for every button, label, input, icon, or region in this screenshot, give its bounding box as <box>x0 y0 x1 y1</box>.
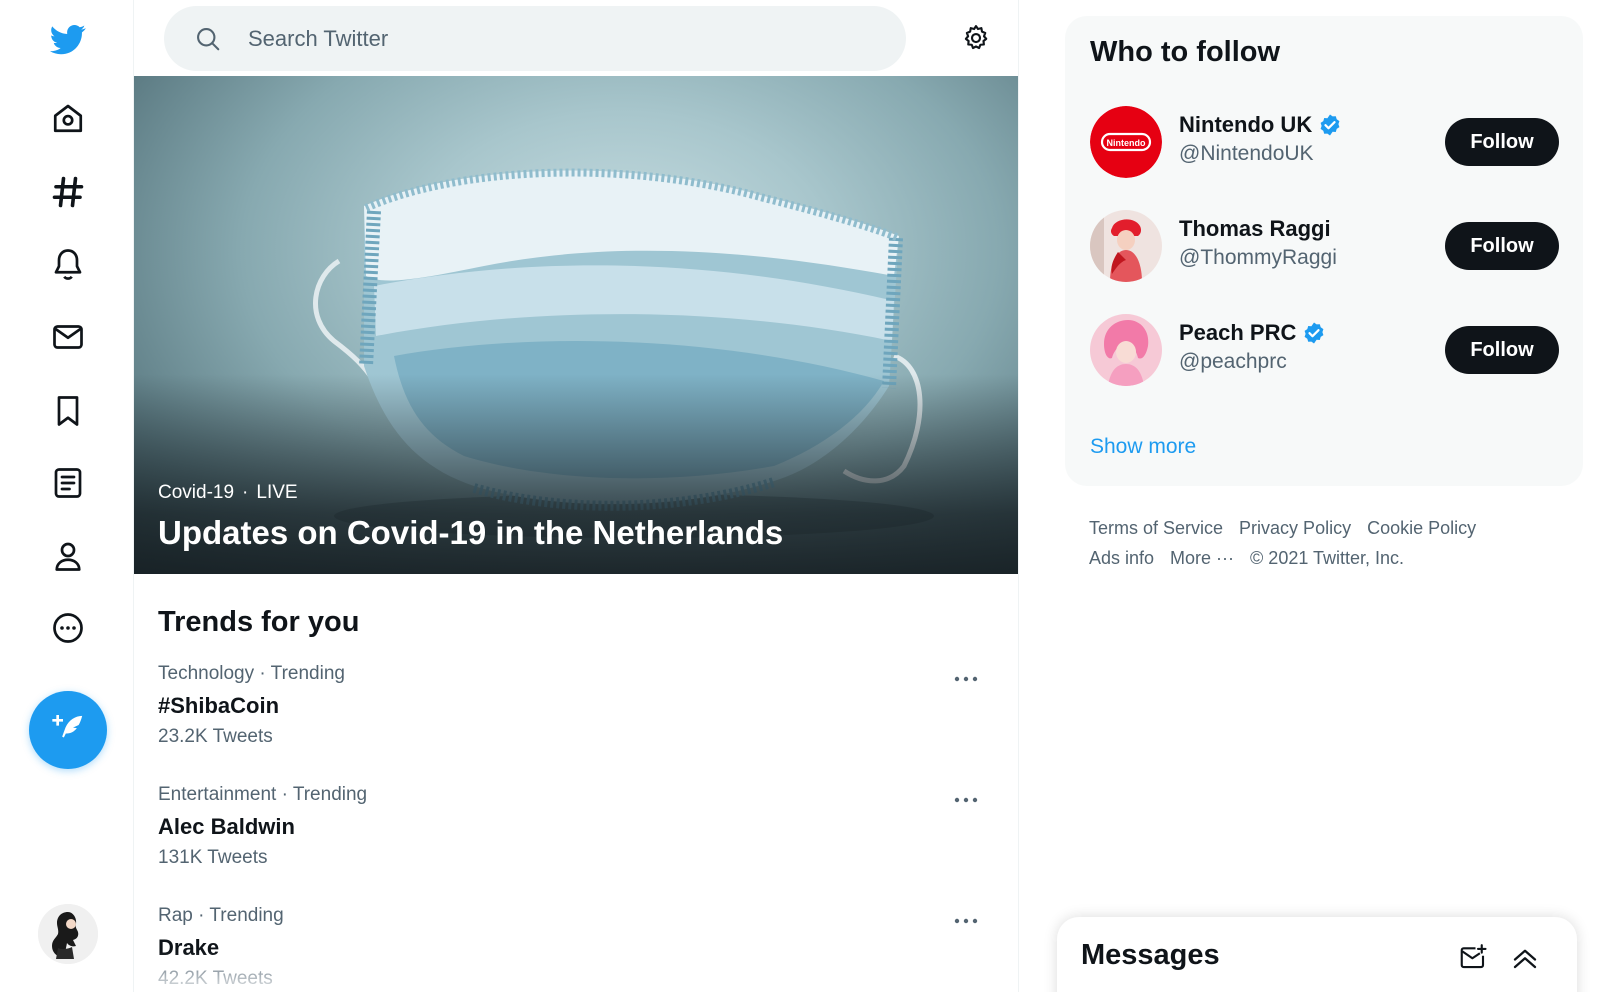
new-message-button[interactable] <box>1455 939 1491 975</box>
avatar[interactable] <box>1090 314 1162 386</box>
more-circle-icon[interactable] <box>40 600 96 656</box>
avatar[interactable] <box>1090 210 1162 282</box>
trend-meta: Technology · Trending <box>158 663 345 684</box>
user-name-text: Peach PRC <box>1179 320 1297 345</box>
chevron-double-up-icon <box>1513 949 1537 969</box>
trend-more-button[interactable] <box>948 788 984 812</box>
verified-badge-icon <box>1320 114 1340 136</box>
trend-more-button[interactable] <box>948 909 984 933</box>
avatar[interactable]: Nintendo <box>1090 106 1162 178</box>
user-handle: @peachprc <box>1179 350 1287 373</box>
trend-name: Drake <box>158 935 220 960</box>
user-name-text: Nintendo UK <box>1179 112 1313 137</box>
follow-button[interactable]: Follow <box>1445 118 1559 166</box>
settings-button[interactable] <box>956 18 996 58</box>
who-to-follow-heading: Who to follow <box>1090 36 1281 68</box>
hero-event-card[interactable]: Covid-19 · LIVE Updates on Covid-19 in the… <box>134 76 1018 574</box>
follow-suggestion[interactable]: Nintendo Nintendo UK @NintendoUK Follow <box>1065 106 1583 212</box>
user-handle: @ThommyRaggi <box>1179 246 1337 269</box>
new-message-icon <box>1460 944 1487 969</box>
trend-name: Alec Baldwin <box>158 814 295 839</box>
footer-links: Terms of Service Privacy Policy Cookie Pol… <box>1089 513 1569 573</box>
cookie-link[interactable]: Cookie Policy <box>1367 518 1476 538</box>
trend-item[interactable]: Entertainment · Trending Alec Baldwin 13… <box>134 784 1018 904</box>
hero-separator: · <box>242 482 249 503</box>
search-input[interactable] <box>248 25 848 52</box>
trend-more-button[interactable] <box>948 667 984 691</box>
messages-heading: Messages <box>1081 939 1220 971</box>
user-name-text: Thomas Raggi <box>1179 216 1331 241</box>
follow-button[interactable]: Follow <box>1445 222 1559 270</box>
verified-badge-icon <box>1304 322 1324 344</box>
copyright-text: © 2021 Twitter, Inc. <box>1250 548 1405 568</box>
privacy-link[interactable]: Privacy Policy <box>1239 518 1351 538</box>
trend-item[interactable]: Rap · Trending Drake 42.2K Tweets <box>134 905 1018 992</box>
hero-meta: Covid-19 · LIVE <box>158 482 306 504</box>
account-avatar[interactable] <box>38 904 98 964</box>
follow-suggestion[interactable]: Peach PRC @peachprc Follow <box>1065 314 1583 420</box>
trends-heading: Trends for you <box>158 606 360 638</box>
trend-item[interactable]: Technology · Trending #ShibaCoin 23.2K T… <box>134 663 1018 783</box>
ads-info-link[interactable]: Ads info <box>1089 548 1154 568</box>
who-to-follow-panel: Who to follow Nintendo Nintendo UK @Nint… <box>1065 16 1583 486</box>
messages-drawer[interactable]: Messages <box>1057 917 1577 992</box>
left-nav <box>0 0 134 992</box>
more-horizontal-icon <box>954 797 978 803</box>
profile-icon[interactable] <box>40 528 96 584</box>
compose-tweet-button[interactable] <box>29 691 107 769</box>
search-bar[interactable] <box>164 6 906 71</box>
twitter-logo-icon[interactable] <box>40 11 96 67</box>
follow-suggestion[interactable]: Thomas Raggi @ThommyRaggi Follow <box>1065 210 1583 316</box>
user-display-name[interactable]: Peach PRC <box>1179 320 1326 346</box>
hero-live-status: LIVE <box>256 482 298 503</box>
explore-column: Covid-19 · LIVE Updates on Covid-19 in the… <box>134 0 1019 992</box>
trend-tweet-count: 42.2K Tweets <box>158 968 273 989</box>
home-icon[interactable] <box>40 90 96 146</box>
bookmark-icon[interactable] <box>40 383 96 439</box>
terms-link[interactable]: Terms of Service <box>1089 518 1223 538</box>
search-icon <box>197 27 220 50</box>
trend-name: #ShibaCoin <box>158 693 280 718</box>
gear-icon <box>964 25 988 50</box>
more-horizontal-icon <box>954 918 978 924</box>
mail-icon[interactable] <box>40 309 96 365</box>
more-horizontal-icon <box>954 676 978 682</box>
list-icon[interactable] <box>40 455 96 511</box>
hashtag-icon[interactable] <box>40 164 96 220</box>
more-link[interactable]: More ··· <box>1170 548 1234 568</box>
user-handle: @NintendoUK <box>1179 142 1314 165</box>
user-display-name[interactable]: Nintendo UK <box>1179 112 1342 138</box>
trend-meta: Rap · Trending <box>158 905 284 926</box>
show-more-link[interactable]: Show more <box>1090 435 1196 459</box>
trend-tweet-count: 23.2K Tweets <box>158 726 273 747</box>
trend-meta: Entertainment · Trending <box>158 784 368 805</box>
user-display-name[interactable]: Thomas Raggi <box>1179 216 1331 242</box>
bell-icon[interactable] <box>40 236 96 292</box>
hero-category: Covid-19 <box>158 482 235 503</box>
follow-button[interactable]: Follow <box>1445 326 1559 374</box>
trend-tweet-count: 131K Tweets <box>158 847 268 868</box>
hero-title[interactable]: Updates on Covid-19 in the Netherlands <box>158 514 783 552</box>
avatar-logo-text: Nintendo <box>1107 138 1146 148</box>
expand-messages-button[interactable] <box>1507 939 1543 975</box>
compose-tweet-icon <box>52 715 83 738</box>
